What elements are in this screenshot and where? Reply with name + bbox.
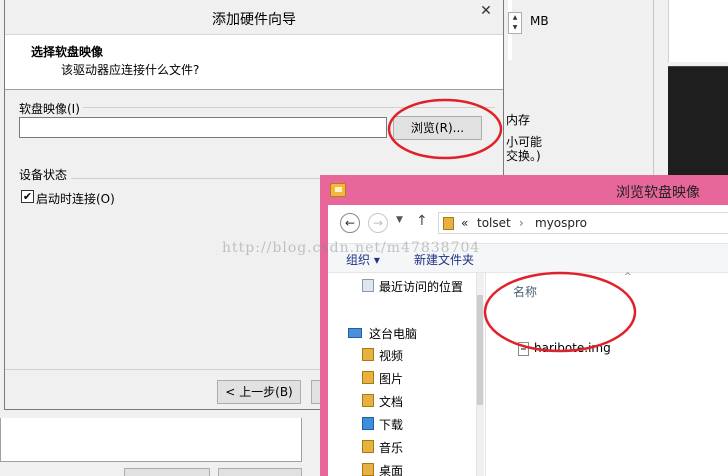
background-button-1[interactable]	[124, 468, 210, 476]
close-icon[interactable]: ✕	[471, 3, 501, 23]
connect-at-power-on-checkbox[interactable]: ✔	[21, 190, 34, 203]
browse-floppy-image-dialog: 浏览软盘映像 ← → ▼ ↑ « tolset › myospro 组织 ▾ 新…	[320, 175, 728, 476]
column-header-name[interactable]: 名称	[513, 283, 537, 300]
nav-item-documents[interactable]: 文档	[379, 393, 403, 410]
folder-icon	[362, 371, 374, 384]
breadcrumb-myospro[interactable]: myospro	[535, 216, 587, 230]
path-overflow[interactable]: «	[461, 216, 468, 230]
folder-icon	[362, 348, 374, 361]
folder-app-icon	[330, 183, 346, 197]
background-list-panel	[0, 418, 302, 462]
nav-item-pictures[interactable]: 图片	[379, 370, 403, 387]
wizard-title: 添加硬件向导	[212, 12, 296, 28]
file-item-haribote[interactable]: haribote.img	[534, 341, 611, 355]
image-group-border	[81, 107, 495, 108]
nav-item-videos[interactable]: 视频	[379, 347, 403, 364]
folder-icon	[362, 440, 374, 453]
navigation-pane	[328, 273, 483, 476]
file-icon	[518, 342, 529, 356]
nav-item-music[interactable]: 音乐	[379, 439, 403, 456]
image-group-label: 软盘映像(I)	[19, 100, 83, 117]
wizard-subheading: 该驱动器应连接什么文件?	[61, 63, 200, 77]
connect-at-power-on-label[interactable]: 启动时连接(O)	[36, 190, 115, 207]
recent-locations-icon	[362, 279, 374, 292]
browse-dialog-title: 浏览软盘映像	[616, 185, 700, 201]
wizard-titlebar[interactable]: 添加硬件向导 ✕	[5, 0, 503, 34]
folder-icon	[362, 394, 374, 407]
nav-item-downloads[interactable]: 下载	[379, 416, 403, 433]
nav-item-desktop[interactable]: 桌面	[379, 462, 403, 476]
recent-locations-chevron-icon[interactable]: ▼	[396, 215, 403, 225]
folder-icon	[443, 217, 454, 230]
breadcrumb-tolset[interactable]: tolset	[477, 216, 511, 230]
blog-watermark: http://blog.csdn.net/m47838704	[222, 240, 481, 256]
spinner-down-icon[interactable]: ▼	[509, 23, 521, 33]
background-divider	[653, 0, 654, 180]
breadcrumb-separator-icon: ›	[519, 216, 524, 230]
spinner-up-icon[interactable]: ▲	[509, 13, 521, 23]
navigation-bar: ← → ▼ ↑ « tolset › myospro	[328, 205, 728, 243]
folder-icon	[362, 463, 374, 476]
wizard-header: 选择软盘映像 该驱动器应连接什么文件?	[5, 34, 503, 90]
up-arrow-icon[interactable]: ↑	[416, 213, 428, 229]
wizard-heading: 选择软盘映像	[31, 45, 104, 59]
computer-icon	[348, 328, 362, 338]
back-arrow-icon[interactable]: ←	[340, 213, 360, 233]
memory-spinner[interactable]: ▲ ▼	[508, 12, 522, 34]
download-folder-icon	[362, 417, 374, 430]
background-preview-header	[668, 0, 728, 62]
sort-chevron-icon[interactable]: ^	[624, 272, 632, 282]
background-preview-panel	[668, 66, 728, 176]
navigation-scrollbar-thumb[interactable]	[477, 295, 483, 405]
image-path-input[interactable]	[19, 117, 387, 138]
background-button-2[interactable]	[218, 468, 302, 476]
address-bar[interactable]: « tolset › myospro	[438, 212, 728, 234]
forward-arrow-icon[interactable]: →	[368, 213, 388, 233]
memory-note-line-2: 交换。)	[506, 149, 541, 163]
device-status-label: 设备状态	[19, 166, 71, 183]
pane-divider[interactable]	[485, 273, 486, 476]
memory-unit-label: MB	[530, 14, 549, 28]
back-button[interactable]: < 上一步(B)	[217, 380, 301, 404]
browse-button[interactable]: 浏览(R)...	[393, 116, 482, 140]
memory-label: 内存	[506, 113, 531, 127]
nav-item-this-pc[interactable]: 这台电脑	[369, 325, 417, 342]
nav-item-recent[interactable]: 最近访问的位置	[379, 278, 463, 295]
